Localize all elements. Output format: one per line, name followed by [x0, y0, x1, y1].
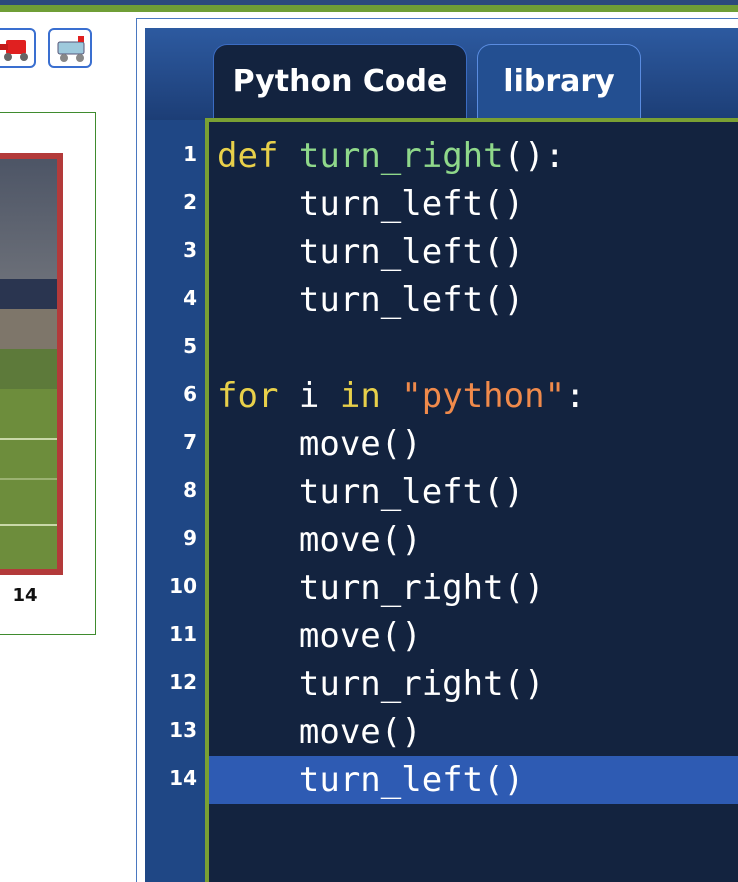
code-token: move()	[217, 424, 422, 464]
code-text[interactable]: move()	[209, 420, 738, 468]
stadium-picture	[0, 159, 57, 569]
code-line[interactable]: 10 turn_right()	[145, 564, 738, 612]
code-token: turn_left()	[217, 280, 525, 320]
robot-cart-icon	[57, 36, 85, 62]
code-text[interactable]: move()	[209, 516, 738, 564]
code-token: move()	[217, 712, 422, 752]
line-number: 7	[183, 430, 197, 454]
code-line[interactable]: 11 move()	[145, 612, 738, 660]
code-text[interactable]: turn_left()	[209, 468, 738, 516]
code-line[interactable]: 14 turn_left()	[145, 756, 738, 804]
code-text[interactable]: turn_right()	[209, 564, 738, 612]
robot-cart-button[interactable]	[48, 28, 92, 68]
code-text[interactable]: turn_left()	[209, 180, 738, 228]
code-token: turn_right()	[217, 568, 545, 608]
code-token: i	[278, 376, 340, 416]
line-number: 6	[183, 382, 197, 406]
top-bar	[0, 0, 738, 12]
world-step-counter: 14	[12, 585, 38, 606]
code-token: ():	[503, 136, 566, 176]
code-line[interactable]: 4 turn_left()	[145, 276, 738, 324]
code-line[interactable]: 6 for i in "python":	[145, 372, 738, 420]
code-text[interactable]: def turn_right():	[209, 132, 738, 180]
code-line[interactable]: 7 move()	[145, 420, 738, 468]
line-number: 14	[169, 766, 197, 790]
code-text[interactable]: for i in "python":	[209, 372, 738, 420]
code-token: turn_left()	[217, 184, 525, 224]
code-text[interactable]: turn_right()	[209, 660, 738, 708]
code-line[interactable]: 12 turn_right()	[145, 660, 738, 708]
line-number: 8	[183, 478, 197, 502]
line-number: 2	[183, 190, 197, 214]
code-line[interactable]: 2 turn_left()	[145, 180, 738, 228]
code-token: "python"	[401, 376, 566, 416]
code-line[interactable]: 9 move()	[145, 516, 738, 564]
tab-python-code[interactable]: Python Code	[213, 44, 467, 122]
code-token: def	[217, 136, 279, 176]
code-line[interactable]: 13 move()	[145, 708, 738, 756]
line-number: 5	[183, 334, 197, 358]
code-token: turn_left()	[217, 232, 525, 272]
line-number: 11	[169, 622, 197, 646]
code-text[interactable]: move()	[209, 612, 738, 660]
code-text[interactable]	[209, 324, 738, 372]
code-token: turn_right()	[217, 664, 545, 704]
code-editor: Python Code library 1 def turn_right(): 2 …	[145, 28, 738, 882]
code-token: move()	[217, 616, 422, 656]
line-number: 9	[183, 526, 197, 550]
code-text[interactable]: move()	[209, 708, 738, 756]
line-number: 4	[183, 286, 197, 310]
stadium-world-image	[0, 153, 63, 575]
top-bar-stripe	[0, 0, 738, 5]
code-token: in	[339, 376, 381, 416]
code-token: turn_right	[298, 136, 504, 176]
code-text[interactable]: turn_left()	[209, 276, 738, 324]
world-panel: 14	[0, 112, 96, 635]
code-text[interactable]: turn_left()	[209, 228, 738, 276]
line-number: 12	[169, 670, 197, 694]
code-line[interactable]: 1 def turn_right():	[145, 132, 738, 180]
line-number: 13	[169, 718, 197, 742]
code-text[interactable]: turn_left()	[209, 756, 738, 804]
code-line[interactable]: 3 turn_left()	[145, 228, 738, 276]
tab-library[interactable]: library	[477, 44, 641, 122]
line-number: 1	[183, 142, 197, 166]
robot-button[interactable]	[0, 28, 36, 68]
editor-tab-bar: Python Code library	[145, 28, 738, 122]
robot-icon	[0, 40, 28, 61]
code-token: turn_left()	[217, 472, 525, 512]
code-token: :	[565, 376, 586, 416]
line-number: 3	[183, 238, 197, 262]
line-number: 10	[169, 574, 197, 598]
code-token: for	[217, 376, 279, 416]
code-line[interactable]: 5	[145, 324, 738, 372]
code-line[interactable]: 8 turn_left()	[145, 468, 738, 516]
code-token: move()	[217, 520, 422, 560]
code-lines[interactable]: 1 def turn_right(): 2 turn_left() 3 turn_le…	[145, 132, 738, 804]
code-token: turn_left()	[217, 760, 525, 800]
